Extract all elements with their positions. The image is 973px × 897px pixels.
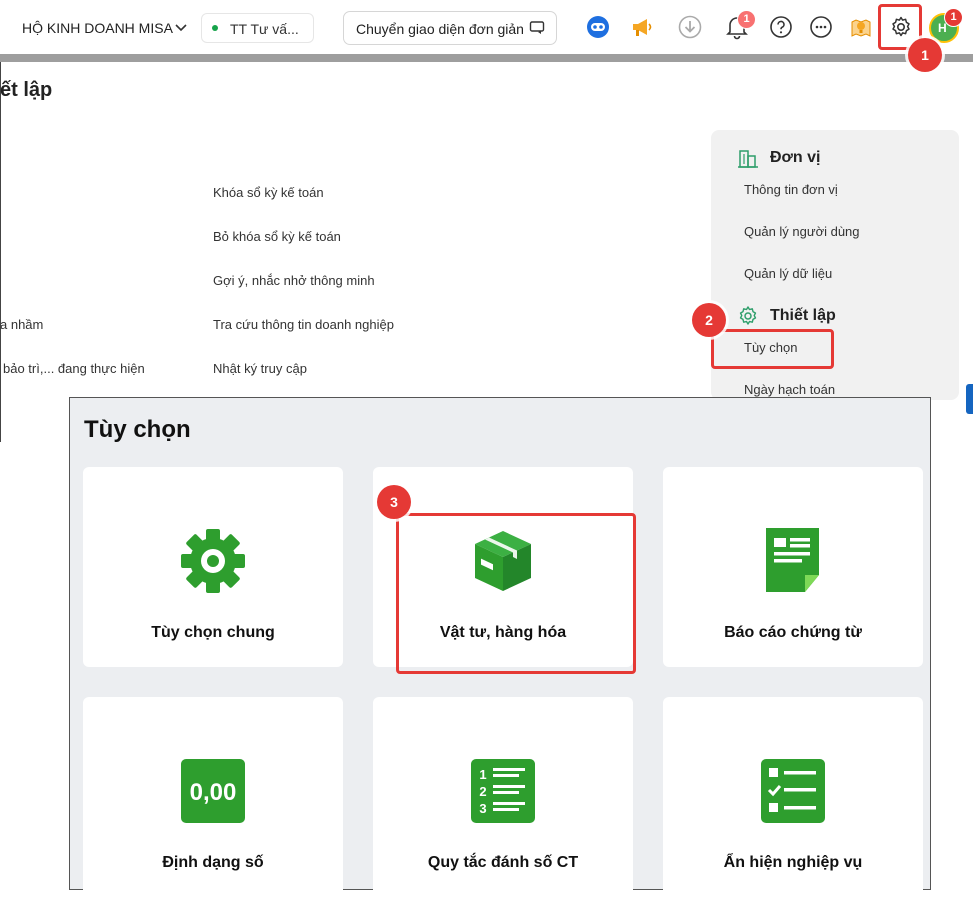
card-label: Báo cáo chứng từ — [724, 624, 862, 641]
megaphone-icon[interactable] — [629, 14, 655, 40]
settings-link-lock-period[interactable]: Khóa sổ kỳ kế toán — [213, 185, 324, 200]
company-name[interactable]: HỘ KINH DOANH MISA — [22, 20, 173, 36]
step-marker-2: 2 — [692, 303, 726, 337]
sidebar-item-data-management[interactable]: Quản lý dữ liệu — [744, 266, 832, 281]
settings-link-access-log[interactable]: Nhật ký truy cập — [213, 361, 307, 376]
card-number-format[interactable]: 0,00 Định dạng số — [83, 697, 343, 897]
card-label: Định dạng số — [162, 854, 264, 871]
number-format-sample: 0,00 — [190, 779, 237, 806]
checklist-icon — [761, 759, 825, 823]
card-general-options[interactable]: Tùy chọn chung — [83, 467, 343, 667]
settings-gear-small-icon — [739, 306, 757, 325]
card-label: Quy tắc đánh số CT — [427, 854, 579, 871]
sidebar-item-posting-date[interactable]: Ngày hạch toán — [744, 382, 835, 397]
sidebar-section-unit: Đơn vị — [770, 149, 821, 166]
card-show-hide-operations[interactable]: Ẩn hiện nghiệp vụ — [663, 697, 923, 897]
building-icon — [738, 150, 758, 168]
header-divider — [0, 54, 973, 62]
card-voucher-numbering[interactable]: 1 2 3 Quy tắc đánh số CT — [373, 697, 633, 897]
materials-card-highlight — [396, 513, 636, 674]
card-label: Ẩn hiện nghiệp vụ — [723, 854, 863, 871]
page-title: ết lập — [0, 79, 53, 101]
settings-link-unlock-period[interactable]: Bỏ khóa sổ kỳ kế toán — [213, 229, 341, 244]
dialog-title: Tùy chọn — [84, 416, 191, 443]
more-options-icon[interactable] — [808, 14, 834, 40]
card-label: Tùy chọn chung — [151, 624, 275, 641]
options-highlight — [711, 329, 834, 369]
branch-selector[interactable]: TT Tư vấ... — [201, 13, 314, 43]
notification-badge: 1 — [737, 10, 756, 29]
side-tab[interactable] — [966, 384, 973, 414]
gear-icon — [181, 529, 245, 593]
svg-text:2: 2 — [479, 784, 486, 799]
assistant-bot-icon[interactable] — [585, 14, 611, 40]
switch-view-icon — [529, 21, 545, 34]
sidebar-section-setup: Thiết lập — [770, 307, 836, 324]
branch-name: TT Tư vấ... — [230, 21, 299, 37]
status-dot — [212, 25, 218, 31]
number-format-icon: 0,00 — [181, 759, 245, 823]
idea-bulb-icon[interactable] — [848, 14, 874, 40]
settings-link-left-2[interactable]: bảo trì,... đang thực hiện — [3, 361, 145, 376]
simple-ui-button[interactable]: Chuyển giao diện đơn giản — [343, 11, 557, 45]
sidebar-item-user-management[interactable]: Quản lý người dùng — [744, 224, 860, 239]
settings-link-company-lookup[interactable]: Tra cứu thông tin doanh nghiệp — [213, 317, 394, 332]
numbered-list-icon: 1 2 3 — [471, 759, 535, 823]
settings-link-left-1[interactable]: a nhầm — [0, 317, 43, 332]
chevron-down-icon[interactable] — [174, 20, 188, 34]
help-icon[interactable] — [768, 14, 794, 40]
settings-link-smart-reminder[interactable]: Gợi ý, nhắc nhở thông minh — [213, 273, 375, 288]
card-report-vouchers[interactable]: Báo cáo chứng từ — [663, 467, 923, 667]
simple-ui-label: Chuyển giao diện đơn giản — [356, 21, 524, 37]
document-icon — [766, 528, 819, 592]
download-icon[interactable] — [677, 14, 703, 40]
avatar-badge: 1 — [944, 8, 963, 27]
svg-text:1: 1 — [479, 767, 486, 782]
top-bar: HỘ KINH DOANH MISA TT Tư vấ... Chuyển gi… — [0, 0, 973, 54]
sidebar-item-unit-info[interactable]: Thông tin đơn vị — [744, 182, 838, 197]
svg-text:3: 3 — [479, 801, 486, 816]
step-marker-3: 3 — [377, 485, 411, 519]
step-marker-1: 1 — [908, 38, 942, 72]
content-left-border — [0, 62, 1, 442]
